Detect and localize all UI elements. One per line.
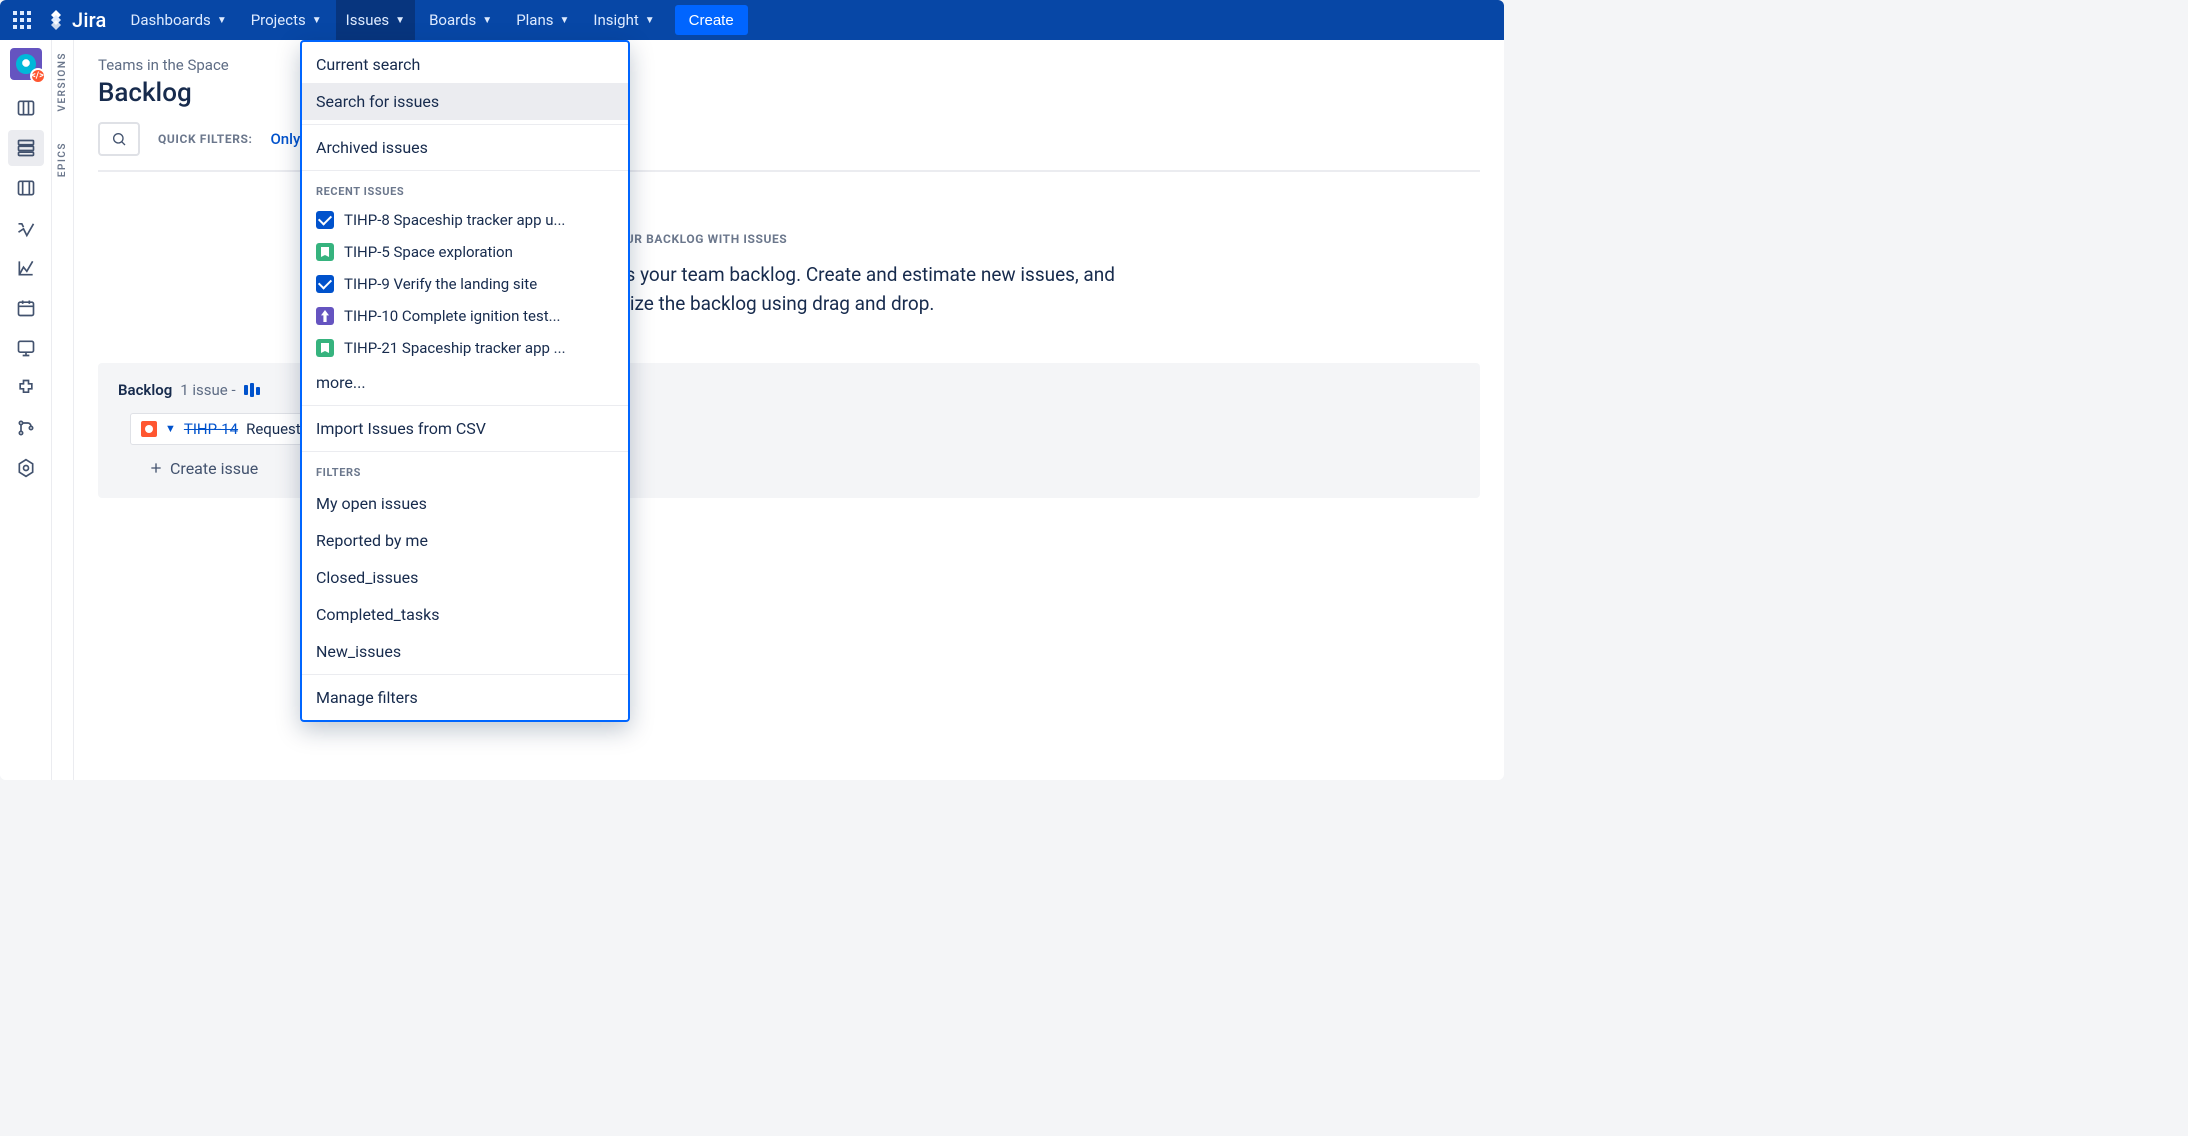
nav-boards[interactable]: Boards▼ xyxy=(419,0,502,40)
jira-logo[interactable]: Jira xyxy=(40,8,117,32)
versions-rail[interactable]: VERSIONS EPICS xyxy=(52,40,74,780)
menu-import-csv[interactable]: Import Issues from CSV xyxy=(302,410,628,447)
menu-current-search[interactable]: Current search xyxy=(302,46,628,83)
menu-archived-issues[interactable]: Archived issues xyxy=(302,129,628,166)
sidebar-monitor-icon[interactable] xyxy=(8,330,44,366)
story-icon xyxy=(316,339,334,357)
filter-item[interactable]: New_issues xyxy=(302,633,628,670)
project-avatar[interactable]: </> xyxy=(10,48,42,80)
empty-state-title: FILL YOUR BACKLOG WITH ISSUES xyxy=(580,232,1480,246)
chevron-down-icon: ▼ xyxy=(395,15,405,26)
chevron-down-icon: ▼ xyxy=(165,422,176,435)
project-badge-icon: </> xyxy=(30,68,46,84)
project-sidebar: </> xyxy=(0,40,52,780)
recent-issue[interactable]: TIHP-10 Complete ignition test... xyxy=(302,300,628,332)
menu-manage-filters[interactable]: Manage filters xyxy=(302,679,628,716)
sidebar-active-sprints-icon[interactable] xyxy=(8,170,44,206)
epics-label: EPICS xyxy=(57,142,68,177)
menu-search-for-issues[interactable]: Search for issues xyxy=(302,83,628,120)
task-icon xyxy=(316,211,334,229)
sidebar-addons-icon[interactable] xyxy=(8,370,44,406)
recent-issue[interactable]: TIHP-8 Spaceship tracker app u... xyxy=(302,204,628,236)
nav-dashboards[interactable]: Dashboards▼ xyxy=(121,0,237,40)
menu-more[interactable]: more... xyxy=(302,364,628,401)
recent-issue[interactable]: TIHP-9 Verify the landing site xyxy=(302,268,628,300)
brand-name: Jira xyxy=(72,8,107,32)
menu-recent-heading: RECENT ISSUES xyxy=(302,175,628,204)
create-button[interactable]: Create xyxy=(675,5,748,35)
app-switcher-icon[interactable] xyxy=(8,6,36,34)
recent-issue[interactable]: TIHP-21 Spaceship tracker app ... xyxy=(302,332,628,364)
chevron-down-icon: ▼ xyxy=(312,15,322,26)
versions-label: VERSIONS xyxy=(57,52,68,112)
nav-projects[interactable]: Projects▼ xyxy=(241,0,332,40)
story-icon xyxy=(316,243,334,261)
backlog-section-name: Backlog xyxy=(118,381,172,399)
backlog-issue-count: 1 issue - xyxy=(180,381,235,399)
chevron-down-icon: ▼ xyxy=(482,15,492,26)
sidebar-calendar-icon[interactable] xyxy=(8,290,44,326)
sidebar-settings-icon[interactable] xyxy=(8,450,44,486)
sidebar-dev-icon[interactable] xyxy=(8,410,44,446)
quick-filters-label: QUICK FILTERS: xyxy=(158,132,252,146)
filter-item[interactable]: Closed_issues xyxy=(302,559,628,596)
top-nav: Jira Dashboards▼ Projects▼ Issues▼ Board… xyxy=(0,0,1504,40)
sprint-icon[interactable] xyxy=(244,383,262,397)
main-content: Teams in the Space Backlog QUICK FILTERS… xyxy=(74,40,1504,780)
search-button[interactable] xyxy=(98,122,140,156)
sidebar-board-icon[interactable] xyxy=(8,90,44,126)
nav-plans[interactable]: Plans▼ xyxy=(506,0,579,40)
empty-state: FILL YOUR BACKLOG WITH ISSUES This is yo… xyxy=(74,172,1504,343)
issues-dropdown: Current search Search for issues Archive… xyxy=(300,40,630,722)
nav-issues[interactable]: Issues▼ xyxy=(336,0,415,40)
task-icon xyxy=(316,275,334,293)
sidebar-reports-icon[interactable] xyxy=(8,250,44,286)
create-issue-label: Create issue xyxy=(170,459,258,478)
nav-insight[interactable]: Insight▼ xyxy=(583,0,664,40)
filter-item[interactable]: Completed_tasks xyxy=(302,596,628,633)
issue-key[interactable]: TIHP-14 xyxy=(184,420,238,438)
menu-filters-heading: FILTERS xyxy=(302,456,628,485)
chevron-down-icon: ▼ xyxy=(217,15,227,26)
empty-state-body: This is your team backlog. Create and es… xyxy=(580,260,1120,319)
chevron-down-icon: ▼ xyxy=(559,15,569,26)
filter-item[interactable]: My open issues xyxy=(302,485,628,522)
chevron-down-icon: ▼ xyxy=(645,15,655,26)
recent-issue[interactable]: TIHP-5 Space exploration xyxy=(302,236,628,268)
sidebar-releases-icon[interactable] xyxy=(8,210,44,246)
filter-item[interactable]: Reported by me xyxy=(302,522,628,559)
bug-icon xyxy=(141,421,157,437)
sidebar-backlog-icon[interactable] xyxy=(8,130,44,166)
epic-icon xyxy=(316,307,334,325)
